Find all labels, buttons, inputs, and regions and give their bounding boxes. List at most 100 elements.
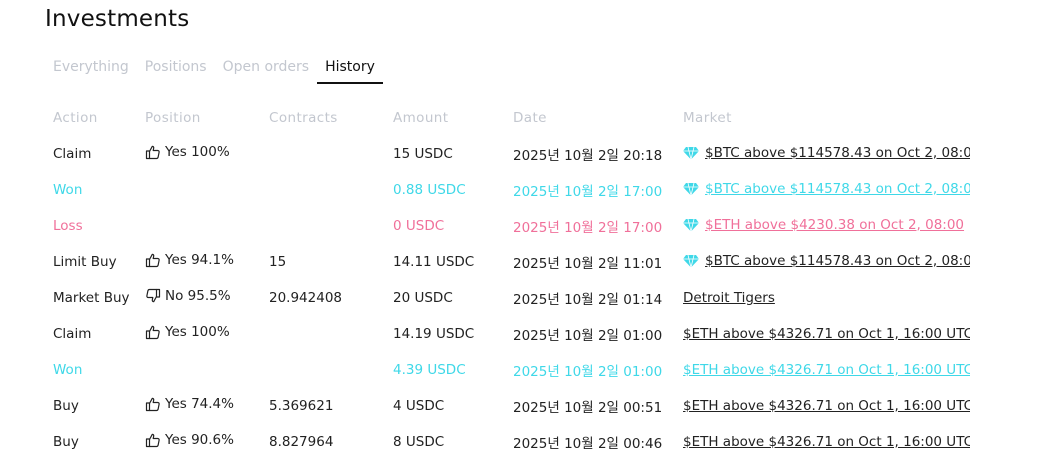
cell-action: Market Buy <box>53 290 130 306</box>
tab-positions[interactable]: Positions <box>137 52 215 84</box>
gem-icon <box>683 182 699 196</box>
table-row: Won 0.88 USDC 2025년 10월 2일 17:00 $BTC above… <box>45 172 970 208</box>
cell-action: Claim <box>53 326 92 342</box>
cell-action: Limit Buy <box>53 254 117 270</box>
position-label: Yes 100% <box>165 144 230 160</box>
position-value: No 95.5% <box>145 288 231 304</box>
tab-everything[interactable]: Everything <box>45 52 137 84</box>
thumbs-up-icon <box>145 396 161 412</box>
cell-market: $ETH above $4230.38 on Oct 2, 08:00 <box>675 208 970 244</box>
market-label: $BTC above $114578.43 on Oct 2, 08:00 <box>705 144 970 161</box>
cell-market: Detroit Tigers <box>675 280 970 316</box>
tab-open-orders[interactable]: Open orders <box>215 52 317 84</box>
cell-action: Loss <box>53 218 83 234</box>
cell-market: $BTC above $114578.43 on Oct 2, 08:00 <box>675 244 970 280</box>
cell-position <box>137 352 261 388</box>
investments-page: Investments Everything Positions Open or… <box>0 0 1043 457</box>
history-table: Action Position Contracts Amount Date Ma… <box>45 100 970 457</box>
cell-action: Won <box>53 182 83 198</box>
market-label: $BTC above $114578.43 on Oct 2, 08:00 <box>705 180 970 197</box>
cell-position: Yes 94.1% <box>137 244 261 280</box>
cell-contracts <box>261 172 385 208</box>
cell-contracts: 15 <box>269 254 287 270</box>
position-label: No 95.5% <box>165 288 231 304</box>
thumbs-down-icon <box>145 288 161 304</box>
cell-position: Yes 100% <box>137 316 261 352</box>
table-row: Buy Yes 90.6% 8.827964 8 USDC 2025년 10월 2일 0… <box>45 424 970 457</box>
position-label: Yes 94.1% <box>165 252 234 268</box>
market-link[interactable]: Detroit Tigers <box>683 290 775 306</box>
gem-icon <box>683 218 699 232</box>
cell-position: No 95.5% <box>137 280 261 316</box>
cell-contracts <box>261 208 385 244</box>
cell-position: Yes 74.4% <box>137 388 261 424</box>
cell-amount: 14.19 USDC <box>393 326 475 342</box>
market-link[interactable]: $ETH above $4230.38 on Oct 2, 08:00 <box>683 217 964 233</box>
cell-action: Claim <box>53 146 92 162</box>
page-title: Investments <box>45 6 190 32</box>
position-value: Yes 90.6% <box>145 432 234 448</box>
cell-amount: 8 USDC <box>393 434 445 450</box>
cell-amount: 14.11 USDC <box>393 254 475 270</box>
cell-market: $ETH above $4326.71 on Oct 1, 16:00 UTC <box>675 424 970 457</box>
header-action: Action <box>53 110 98 126</box>
market-link[interactable]: $ETH above $4326.71 on Oct 1, 16:00 UTC <box>683 398 970 414</box>
market-link[interactable]: $BTC above $114578.43 on Oct 2, 08:00 <box>683 145 970 161</box>
thumbs-up-icon <box>145 432 161 448</box>
cell-amount: 0.88 USDC <box>393 182 466 198</box>
table-row: Won 4.39 USDC 2025년 10월 2일 01:00 $ETH above… <box>45 352 970 388</box>
position-label: Yes 100% <box>165 324 230 340</box>
cell-amount: 4 USDC <box>393 398 445 414</box>
cell-amount: 15 USDC <box>393 146 453 162</box>
thumbs-up-icon <box>145 252 161 268</box>
cell-date: 2025년 10월 2일 11:01 <box>513 256 663 272</box>
market-label: $BTC above $114578.43 on Oct 2, 08:00 <box>705 252 970 269</box>
market-label: $ETH above $4326.71 on Oct 1, 16:00 UTC <box>683 362 970 378</box>
cell-contracts <box>261 316 385 352</box>
cell-position: Yes 90.6% <box>137 424 261 457</box>
tab-history[interactable]: History <box>317 52 383 84</box>
cell-action: Won <box>53 362 83 378</box>
position-label: Yes 74.4% <box>165 396 234 412</box>
cell-action: Buy <box>53 434 79 450</box>
header-amount: Amount <box>393 110 449 126</box>
market-label: Detroit Tigers <box>683 290 775 306</box>
position-value: Yes 100% <box>145 144 230 160</box>
market-link[interactable]: $BTC above $114578.43 on Oct 2, 08:00 <box>683 181 970 197</box>
position-value: Yes 100% <box>145 324 230 340</box>
cell-market: $ETH above $4326.71 on Oct 1, 16:00 UTC <box>675 388 970 424</box>
market-link[interactable]: $ETH above $4326.71 on Oct 1, 16:00 UTC <box>683 434 970 450</box>
cell-date: 2025년 10월 2일 00:51 <box>513 400 663 416</box>
thumbs-up-icon <box>145 324 161 340</box>
cell-date: 2025년 10월 2일 01:00 <box>513 328 663 344</box>
cell-amount: 4.39 USDC <box>393 362 466 378</box>
header-date: Date <box>513 110 547 126</box>
cell-market: $ETH above $4326.71 on Oct 1, 16:00 UTC <box>675 316 970 352</box>
gem-icon <box>683 254 699 268</box>
table-row: Claim Yes 100% 15 USDC 2025년 10월 2일 20:18 $B… <box>45 136 970 172</box>
market-label: $ETH above $4230.38 on Oct 2, 08:00 <box>705 216 965 233</box>
cell-amount: 0 USDC <box>393 218 445 234</box>
cell-contracts <box>261 136 385 172</box>
thumbs-up-icon <box>145 144 161 160</box>
market-link[interactable]: $BTC above $114578.43 on Oct 2, 08:00 <box>683 253 970 269</box>
table-row: Claim Yes 100% 14.19 USDC 2025년 10월 2일 01:0… <box>45 316 970 352</box>
cell-date: 2025년 10월 2일 17:00 <box>513 220 663 236</box>
cell-contracts: 20.942408 <box>269 290 343 306</box>
cell-amount: 20 USDC <box>393 290 453 306</box>
table-row: Limit Buy Yes 94.1% 15 14.11 USDC 2025년 10월 … <box>45 244 970 280</box>
market-label: $ETH above $4326.71 on Oct 1, 16:00 UTC <box>683 434 970 450</box>
cell-date: 2025년 10월 2일 17:00 <box>513 184 663 200</box>
cell-market: $ETH above $4326.71 on Oct 1, 16:00 UTC <box>675 352 970 388</box>
table-header-row: Action Position Contracts Amount Date Ma… <box>45 100 970 136</box>
position-value: Yes 94.1% <box>145 252 234 268</box>
market-link[interactable]: $ETH above $4326.71 on Oct 1, 16:00 UTC <box>683 326 970 342</box>
cell-market: $BTC above $114578.43 on Oct 2, 08:00 <box>675 172 970 208</box>
table-row: Loss 0 USDC 2025년 10월 2일 17:00 $ETH above $… <box>45 208 970 244</box>
cell-date: 2025년 10월 2일 01:00 <box>513 364 663 380</box>
position-value: Yes 74.4% <box>145 396 234 412</box>
market-label: $ETH above $4326.71 on Oct 1, 16:00 UTC <box>683 398 970 414</box>
cell-position <box>137 172 261 208</box>
market-link[interactable]: $ETH above $4326.71 on Oct 1, 16:00 UTC <box>683 362 970 378</box>
header-position: Position <box>145 110 201 126</box>
